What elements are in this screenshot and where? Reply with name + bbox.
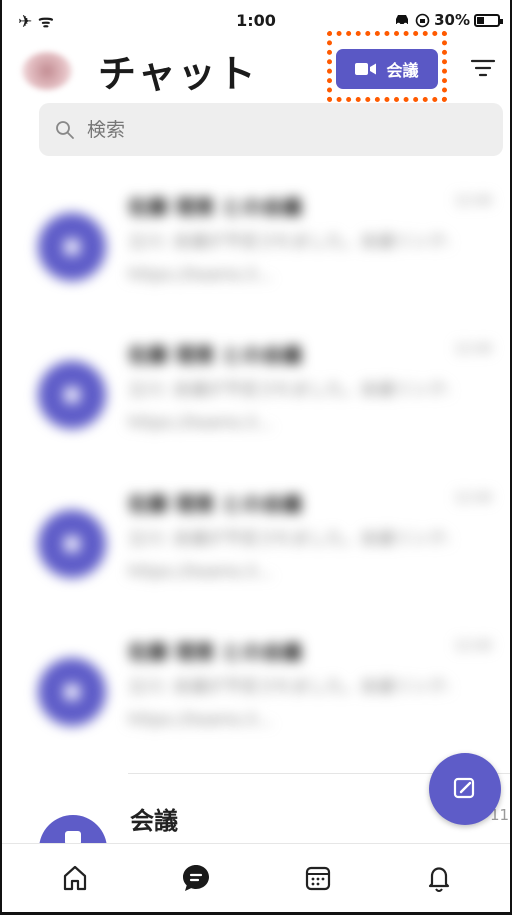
- tab-activity[interactable]: [409, 848, 469, 908]
- chat-name: 佐藤 理恵 との会議: [128, 343, 302, 367]
- chat-preview: 立川: 会議が予定されました。会議リンク: https://teams.li..…: [128, 380, 451, 433]
- profile-avatar[interactable]: [22, 52, 72, 90]
- search-icon: [56, 120, 74, 139]
- home-icon: [63, 865, 86, 891]
- search-bar[interactable]: [39, 103, 503, 156]
- bottom-tab-bar: [2, 843, 510, 912]
- battery-percent: 30%: [434, 11, 470, 29]
- search-input[interactable]: [87, 118, 467, 141]
- chat-avatar: [38, 213, 106, 281]
- chat-list-item[interactable]: 佐藤 理恵 との会議 12:00 立川: 会議が予定されました。会議リンク: h…: [2, 479, 510, 629]
- chat-time: 12:00: [454, 639, 492, 654]
- chat-name: 佐藤 理恵 との会議: [128, 492, 302, 516]
- filter-icon[interactable]: [470, 57, 496, 79]
- page-title: チャット: [98, 52, 258, 96]
- chat-list-item[interactable]: 佐藤 理恵 との会議 12:00 立川: 会議が予定されました。会議リンク: h…: [2, 330, 510, 480]
- chat-time: 12:00: [454, 491, 492, 506]
- tab-activity-home[interactable]: [45, 848, 105, 908]
- calendar-icon: [305, 866, 330, 891]
- chat-list-item[interactable]: 佐藤 理恵 との会議 12:00 立川: 会議が予定されました。会議リンク: h…: [2, 182, 510, 332]
- meeting-row-title[interactable]: 会議: [130, 801, 178, 836]
- chat-preview: 立川: 会議が予定されました。会議リンク: https://teams.li..…: [128, 677, 451, 730]
- chat-time: 12:00: [454, 194, 492, 209]
- chat-icon: [183, 865, 210, 891]
- chat-preview: 立川: 会議が予定されました。会議リンク: https://teams.li..…: [128, 529, 451, 582]
- chat-avatar: [38, 510, 106, 578]
- chat-avatar: [38, 361, 106, 429]
- chat-name: 佐藤 理恵 との会議: [128, 640, 302, 664]
- new-chat-button[interactable]: [429, 753, 501, 825]
- chat-name: 佐藤 理恵 との会議: [128, 195, 302, 219]
- car-icon: [396, 15, 409, 27]
- chat-list-item[interactable]: 佐藤 理恵 との会議 12:00 立川: 会議が予定されました。会議リンク: h…: [2, 627, 510, 777]
- chat-preview: 立川: 会議が予定されました。会議リンク: https://teams.li..…: [128, 232, 451, 285]
- chat-avatar: [38, 658, 106, 726]
- app-frame: ✈ ᯤ 1:00 30% チャット 会議 検索 佐藤 理恵 との会議 12:00…: [0, 0, 512, 915]
- status-right: 30%: [393, 11, 503, 29]
- tab-chat[interactable]: [166, 848, 226, 908]
- orientation-lock-icon: [415, 13, 430, 27]
- compose-icon: [453, 777, 475, 799]
- battery-icon: [474, 13, 503, 27]
- tab-calendar[interactable]: [288, 848, 348, 908]
- meet-now-button[interactable]: 会議: [336, 49, 438, 89]
- chat-time: 12:00: [454, 342, 492, 357]
- video-camera-icon: [355, 63, 377, 75]
- bell-icon: [429, 867, 450, 893]
- status-bar: ✈ ᯤ 1:00 30%: [2, 0, 510, 38]
- meet-now-label: 会議: [386, 61, 419, 80]
